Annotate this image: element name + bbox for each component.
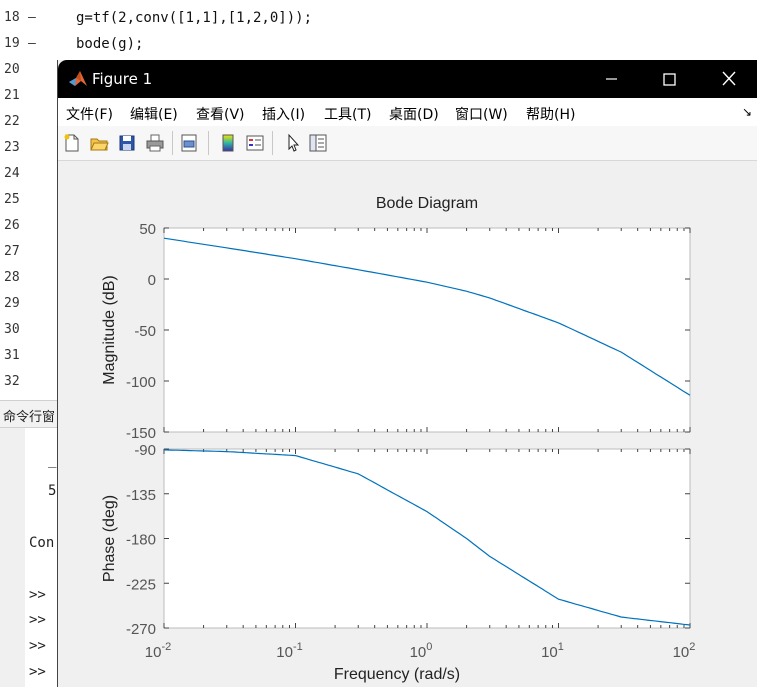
line-number: 26: [4, 218, 20, 233]
xtick-label: 100: [410, 641, 433, 661]
line-number: 21: [4, 88, 20, 103]
line-number: 28: [4, 270, 20, 285]
command-output-text: Con: [29, 535, 55, 551]
menu-help[interactable]: 帮助(H): [526, 104, 575, 124]
xtick-label: 10-2: [145, 641, 171, 661]
line-number: 25: [4, 192, 20, 207]
close-icon: [722, 71, 736, 86]
menu-file[interactable]: 文件(F): [66, 104, 113, 124]
new-figure-icon[interactable]: [62, 133, 82, 153]
line-number: 19: [4, 36, 20, 51]
command-output-text: _: [48, 452, 57, 468]
magnitude-ytick-label: 0: [148, 272, 156, 289]
magnitude-ytick-label: -150: [126, 425, 156, 442]
matlab-logo-icon: [69, 71, 87, 86]
legend-icon[interactable]: [245, 133, 265, 153]
open-file-icon[interactable]: [89, 133, 109, 153]
magnitude-ytick-label: 50: [139, 221, 156, 238]
line-number: 23: [4, 140, 20, 155]
phase-ylabel: Phase (deg): [101, 495, 118, 582]
save-icon[interactable]: [117, 133, 137, 153]
menu-insert[interactable]: 插入(I): [262, 104, 305, 124]
phase-ytick-label: -135: [126, 487, 156, 504]
code-line[interactable]: 18 — g=tf(2,conv([1,1],[1,2,0]));: [0, 5, 757, 31]
close-button[interactable]: [704, 60, 752, 98]
phase-ytick-label: -180: [126, 532, 156, 549]
magnitude-ytick-label: -50: [134, 323, 156, 340]
figure-title-bar[interactable]: Figure 1: [58, 60, 757, 98]
command-window-title: 命令行窗: [3, 410, 56, 425]
menu-window[interactable]: 窗口(W): [455, 104, 508, 124]
line-number: 31: [4, 348, 20, 363]
menu-edit[interactable]: 编辑(E): [130, 104, 178, 124]
phase-ytick-label: -270: [126, 621, 156, 638]
toolbar-separator: [172, 131, 173, 155]
line-number: 24: [4, 166, 20, 181]
xtick-label: 10-1: [276, 641, 302, 661]
xtick-exponent: -1: [293, 641, 303, 653]
line-number: 20: [4, 62, 20, 77]
code-text: bode(g);: [76, 36, 144, 52]
code-line[interactable]: 19 — bode(g);: [0, 31, 757, 57]
figure-menu-bar: 文件(F) 编辑(E) 查看(V) 插入(I) 工具(T) 桌面(D) 窗口(W…: [58, 98, 757, 126]
line-number: 18: [4, 10, 20, 25]
phase-ytick-label: -90: [134, 442, 156, 459]
menu-view[interactable]: 查看(V): [196, 104, 245, 124]
code-text: g=tf(2,conv([1,1],[1,2,0]));: [76, 10, 313, 26]
phase-axes-box: [163, 448, 691, 629]
xtick-exponent: -2: [161, 641, 171, 653]
line-number: 22: [4, 114, 20, 129]
bode-diagram[interactable]: Bode Diagram 50 0 -50 -100 -150 Magnitude (dB)…: [58, 161, 757, 687]
dock-arrow-icon[interactable]: ↘: [742, 105, 752, 119]
magnitude-ylabel: Magnitude (dB): [101, 275, 118, 384]
command-window-gutter: [0, 428, 25, 687]
command-output-text: 5: [48, 483, 57, 499]
minimize-button[interactable]: [587, 60, 635, 98]
xtick-exponent: 1: [558, 641, 564, 653]
command-prompt: >>: [29, 664, 46, 680]
command-prompt: >>: [29, 587, 46, 603]
menu-desktop[interactable]: 桌面(D): [389, 104, 439, 124]
maximize-button[interactable]: [645, 60, 693, 98]
command-prompt: >>: [29, 638, 46, 654]
phase-ytick-label: -225: [126, 576, 156, 593]
command-window-header[interactable]: 命令行窗: [0, 400, 57, 428]
pointer-icon[interactable]: [283, 133, 303, 153]
minimize-icon: [606, 78, 617, 80]
print-icon[interactable]: [145, 133, 165, 153]
line-number: 30: [4, 322, 20, 337]
toolbar-separator: [272, 131, 273, 155]
figure-title: Figure 1: [92, 70, 153, 88]
breakpoint-marker[interactable]: —: [28, 31, 38, 57]
maximize-icon: [663, 73, 676, 86]
xtick-exponent: 0: [426, 641, 432, 653]
plot-area: Bode Diagram 50 0 -50 -100 -150 Magnitude (dB)…: [58, 161, 757, 687]
breakpoint-marker[interactable]: —: [28, 5, 38, 31]
line-number: 29: [4, 296, 20, 311]
command-prompt: >>: [29, 612, 46, 628]
colorbar-icon[interactable]: [218, 133, 238, 153]
line-number: 32: [4, 374, 20, 389]
print-preview-icon[interactable]: [179, 133, 199, 153]
xtick-label: 101: [541, 641, 564, 661]
xtick-exponent: 2: [689, 641, 695, 653]
line-number: 27: [4, 244, 20, 259]
menu-tools[interactable]: 工具(T): [324, 104, 371, 124]
chart-title: Bode Diagram: [376, 195, 478, 212]
xtick-label: 102: [673, 641, 696, 661]
figure-toolbar: [58, 126, 757, 161]
magnitude-ytick-label: -100: [126, 374, 156, 391]
chart-xlabel: Frequency (rad/s): [334, 666, 460, 683]
property-inspector-icon[interactable]: [308, 133, 328, 153]
toolbar-separator: [208, 131, 209, 155]
magnitude-axes-box: [163, 227, 691, 433]
figure-window[interactable]: Figure 1 文件(F) 编辑(E) 查看(V) 插入(I) 工具(T) 桌…: [57, 60, 757, 687]
